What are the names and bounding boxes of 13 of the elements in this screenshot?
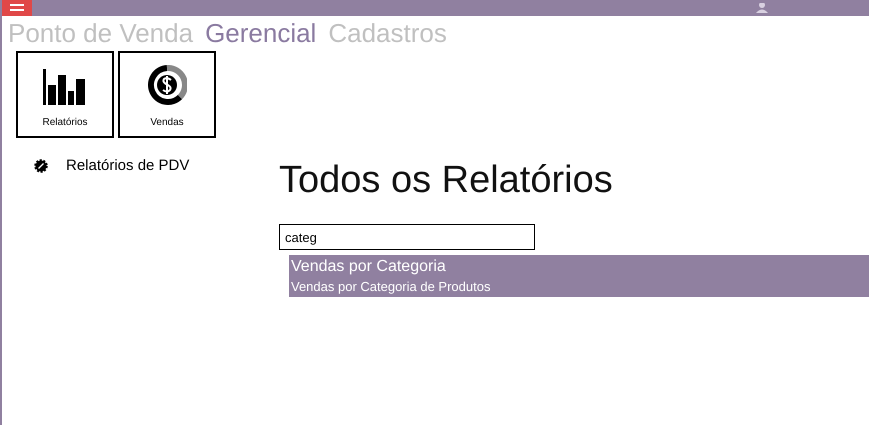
dollar-circle-icon bbox=[147, 65, 187, 105]
tile-button[interactable]: Relatórios bbox=[16, 51, 114, 138]
result-item[interactable]: Vendas por Categoria Vendas por Categoria de Produtos bbox=[289, 255, 869, 297]
tile-button[interactable]: Vendas bbox=[118, 51, 216, 138]
search-field[interactable]: categ bbox=[279, 224, 535, 250]
bar-chart-icon bbox=[43, 69, 87, 105]
sidebar-item[interactable]: Relatórios de PDV bbox=[34, 155, 272, 178]
menu-icon bbox=[10, 4, 24, 12]
page-title: Todos os Relatórios bbox=[279, 158, 614, 202]
nav-tab[interactable]: Gerencial bbox=[205, 16, 316, 50]
gear-icon bbox=[34, 159, 48, 174]
menu-button[interactable] bbox=[2, 0, 32, 16]
user-icon bbox=[755, 3, 769, 13]
